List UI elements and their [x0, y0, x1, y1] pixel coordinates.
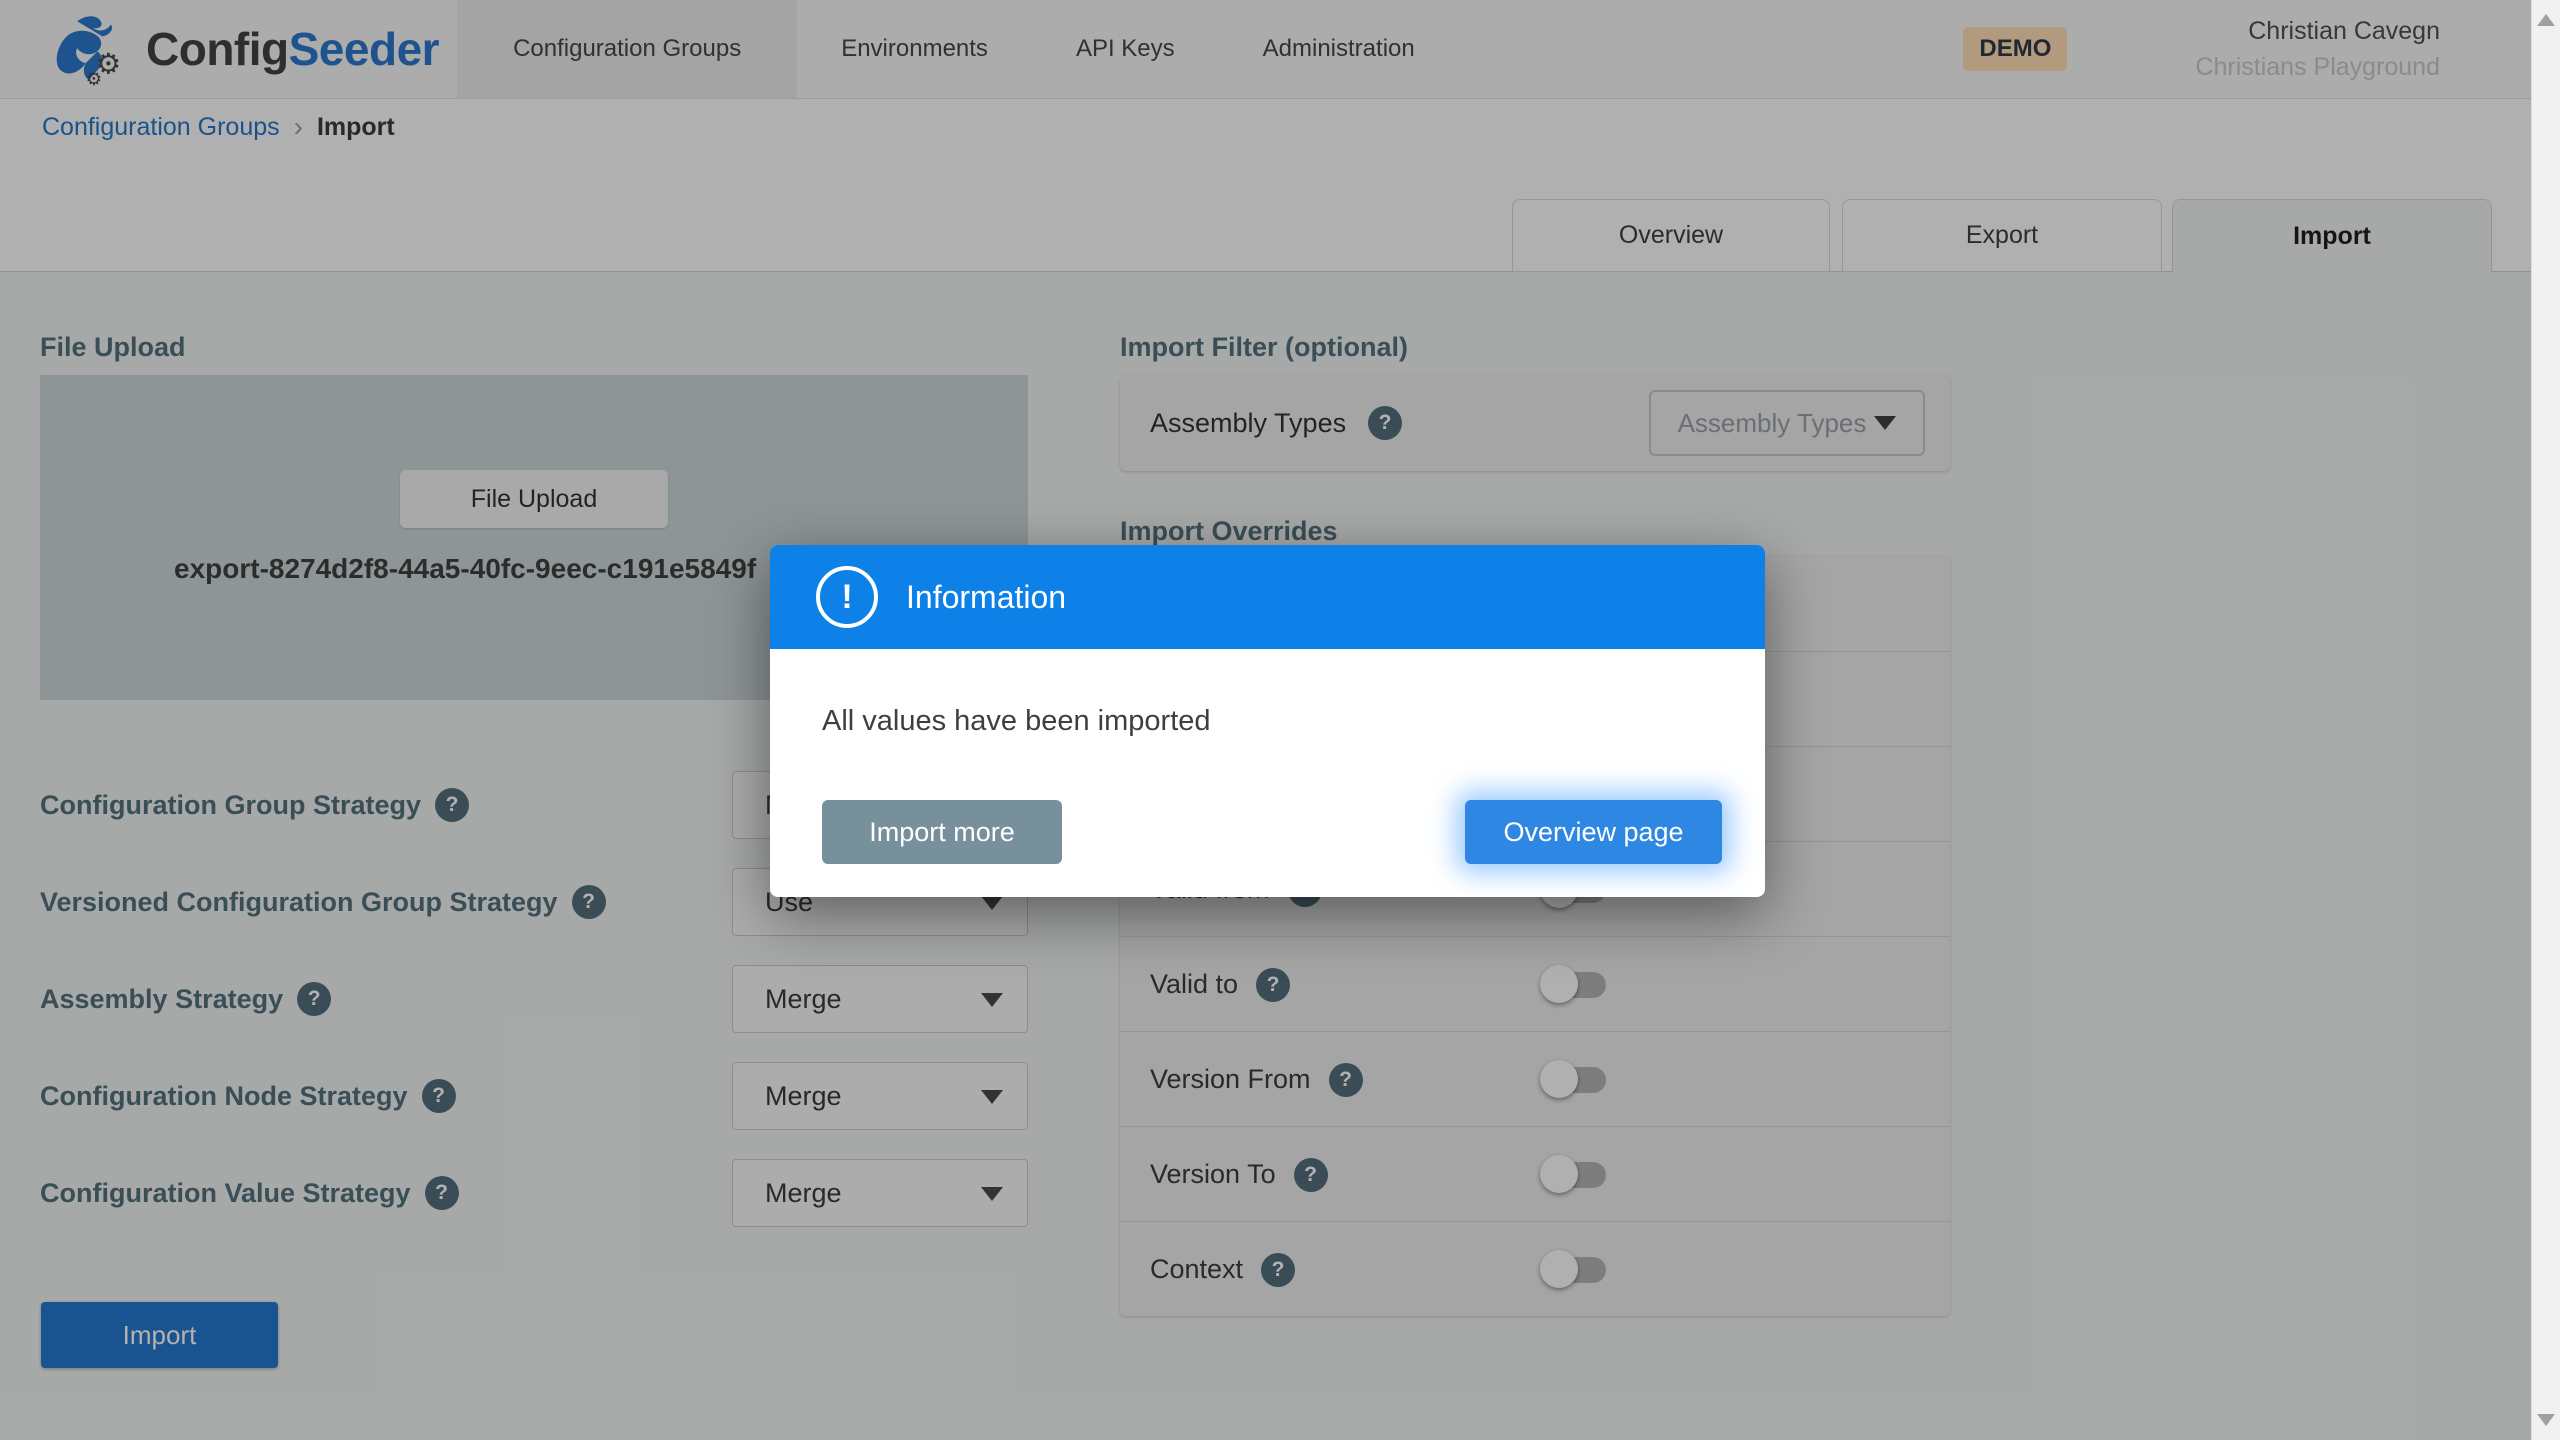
dialog-header: ! Information: [770, 545, 1765, 649]
vertical-scrollbar[interactable]: [2531, 0, 2560, 1440]
scroll-down-icon[interactable]: [2537, 1414, 2555, 1426]
dialog-title: Information: [906, 579, 1066, 616]
dialog-message: All values have been imported: [822, 705, 1211, 738]
scroll-up-icon[interactable]: [2537, 14, 2555, 26]
overview-page-button[interactable]: Overview page: [1465, 800, 1722, 864]
information-dialog: ! Information All values have been impor…: [770, 545, 1765, 897]
import-more-button[interactable]: Import more: [822, 800, 1062, 864]
configseeder-app: ⚙ ⚙ ConfigSeeder Configuration Groups En…: [0, 0, 2560, 1440]
info-circle-icon: !: [816, 566, 878, 628]
